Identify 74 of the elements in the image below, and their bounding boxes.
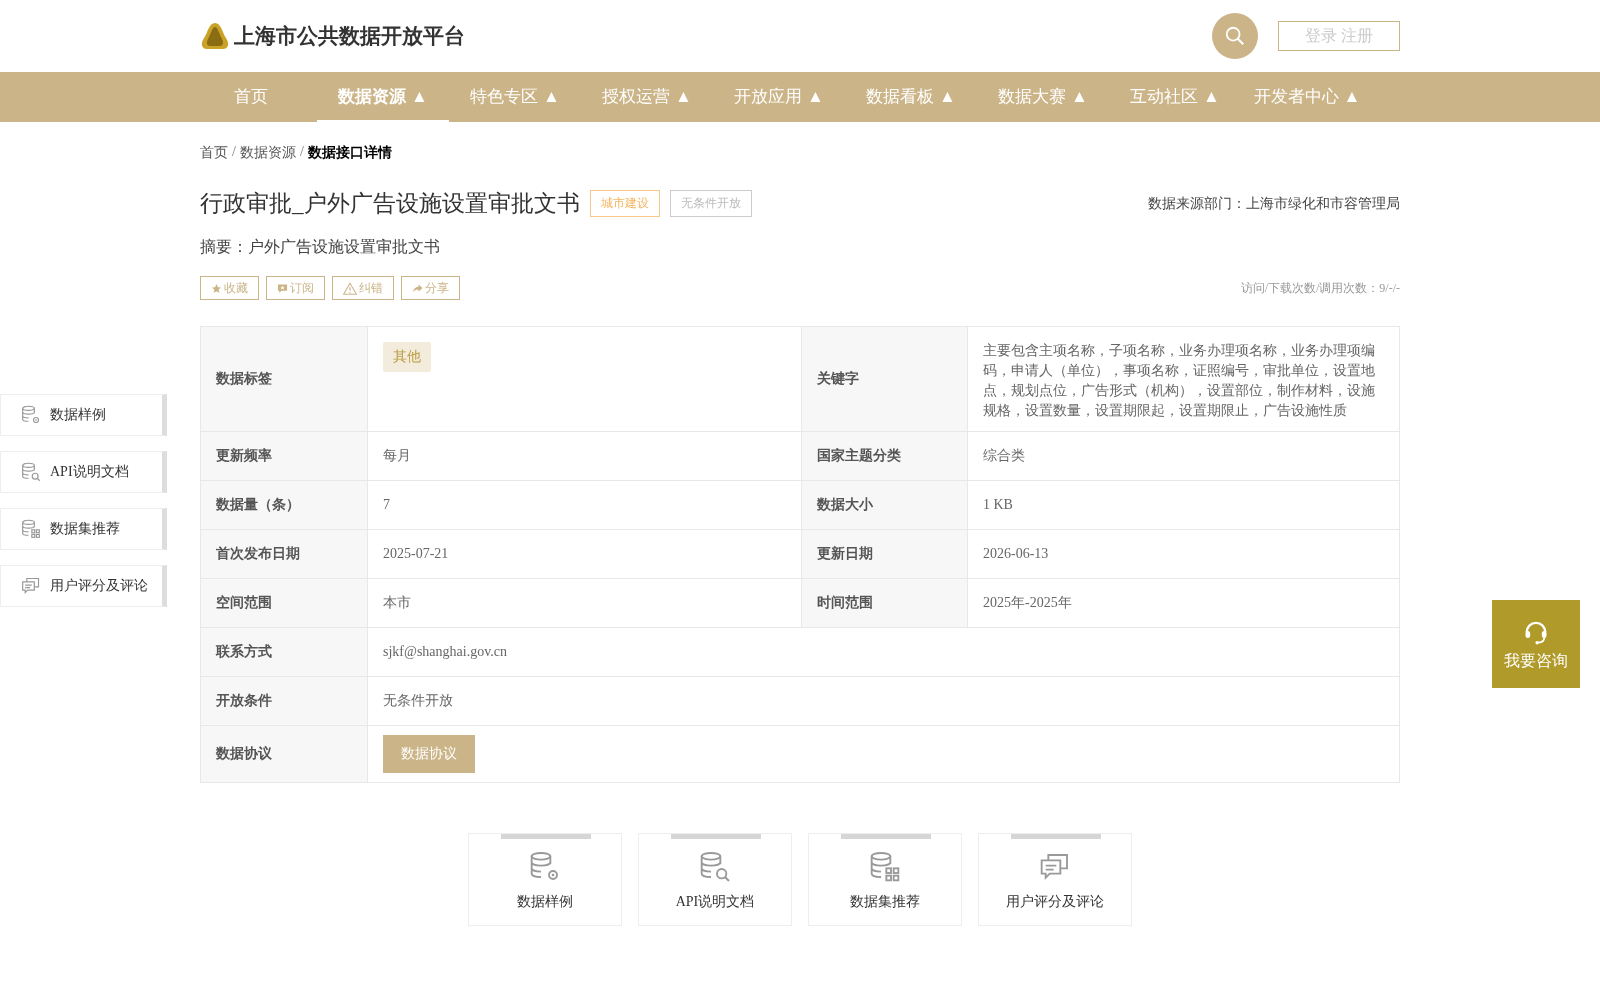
breadcrumb-link[interactable]: 首页	[200, 144, 228, 162]
label-cell: 时间范围	[801, 579, 968, 627]
dataset-title: 行政审批_户外广告设施设置审批文书	[200, 190, 580, 218]
dataset-tag: 城市建设	[589, 190, 660, 217]
nav-item[interactable]: 开发者中心 ▲	[1241, 72, 1373, 122]
database-gear-icon	[21, 405, 41, 425]
breadcrumb-link[interactable]: 数据资源	[239, 144, 296, 162]
value-text: 2025-07-21	[383, 545, 449, 563]
agreement-button[interactable]: 数据协议	[383, 735, 475, 773]
label-cell: 更新频率	[201, 432, 368, 480]
tag-chip: 其他	[383, 342, 431, 372]
label-cell: 空间范围	[201, 579, 368, 627]
side-tab[interactable]: 数据集推荐	[0, 508, 167, 550]
stats-text: 访问/下载次数/调用次数：9/-/-	[1240, 279, 1400, 297]
value-text: 2025年-2025年	[983, 594, 1072, 612]
database-grid-icon	[21, 519, 41, 539]
section-card[interactable]: 数据集推荐	[808, 833, 962, 926]
side-tab[interactable]: 数据样例	[0, 394, 167, 436]
nav-item[interactable]: 授权运营 ▲	[581, 72, 713, 122]
label-cell: 国家主题分类	[801, 432, 968, 480]
logo-icon	[200, 22, 230, 50]
label-cell: 数据协议	[201, 726, 368, 782]
breadcrumb-link[interactable]: 数据接口详情	[307, 144, 392, 162]
value-text: sjkf@shanghai.gov.cn	[383, 643, 507, 661]
label-cell: 更新日期	[801, 530, 968, 578]
side-tab[interactable]: API说明文档	[0, 451, 167, 493]
nav-item[interactable]: 首页	[185, 72, 317, 122]
value-text: 每月	[383, 447, 411, 465]
action-button[interactable]: 订阅	[266, 276, 325, 300]
value-text: 综合类	[983, 447, 1025, 465]
value-text: 1 KB	[983, 496, 1013, 514]
message-icon	[277, 282, 288, 294]
search-icon	[1224, 25, 1246, 47]
value-text: 2026-06-13	[983, 545, 1049, 563]
section-card[interactable]: 用户评分及评论	[978, 833, 1132, 926]
database-gear-icon	[529, 851, 561, 883]
breadcrumb-separator: /	[299, 144, 304, 161]
share-icon	[412, 282, 423, 294]
side-tab[interactable]: 用户评分及评论	[0, 565, 167, 607]
nav-item[interactable]: 数据资源 ▲	[317, 72, 449, 122]
chat-icon	[21, 576, 41, 596]
label-cell: 联系方式	[201, 628, 368, 676]
action-button[interactable]: 分享	[401, 276, 460, 300]
label-cell: 开放条件	[201, 677, 368, 725]
star-icon	[211, 282, 222, 294]
label-cell: 数据大小	[801, 481, 968, 529]
label-cell: 首次发布日期	[201, 530, 368, 578]
database-search-icon	[699, 851, 731, 883]
section-card[interactable]: 数据样例	[468, 833, 622, 926]
breadcrumb-separator: /	[232, 144, 236, 161]
label-cell: 数据量（条）	[201, 481, 368, 529]
search-button[interactable]	[1212, 13, 1258, 59]
keywords-text: 主要包含主项名称，子项名称，业务办理项名称，业务办理项编码，申请人（单位），事项名称，证照编号，审批单位，设置地点，规划点位，广告形式（机构），设置部位，制作材料，设施规格，设置数量，设置期限起，设置期限止，广告设施性质	[983, 342, 1376, 420]
value-text: 无条件开放	[383, 692, 453, 710]
source-department: 数据来源部门：上海市绿化和市容管理局	[1148, 194, 1400, 213]
summary-text: 摘要：户外广告设施设置审批文书	[200, 237, 441, 257]
consult-button[interactable]: 我要咨询	[1492, 600, 1580, 688]
site-title: 上海市公共数据开放平台	[234, 23, 465, 49]
warning-icon	[343, 281, 357, 295]
action-button[interactable]: 收藏	[200, 276, 259, 300]
value-text: 7	[383, 496, 390, 514]
nav-item[interactable]: 特色专区 ▲	[449, 72, 581, 122]
database-grid-icon	[869, 851, 901, 883]
section-card[interactable]: API说明文档	[638, 833, 792, 926]
label-cell: 数据标签	[201, 327, 368, 431]
action-button[interactable]: 纠错	[332, 276, 394, 300]
nav-item[interactable]: 开放应用 ▲	[713, 72, 845, 122]
nav-item[interactable]: 数据看板 ▲	[845, 72, 977, 122]
nav-item[interactable]: 数据大赛 ▲	[977, 72, 1109, 122]
database-search-icon	[21, 462, 41, 482]
dataset-tag: 无条件开放	[669, 190, 752, 217]
label-cell: 关键字	[801, 327, 968, 431]
value-text: 本市	[383, 594, 411, 612]
nav-item[interactable]: 互动社区 ▲	[1109, 72, 1241, 122]
